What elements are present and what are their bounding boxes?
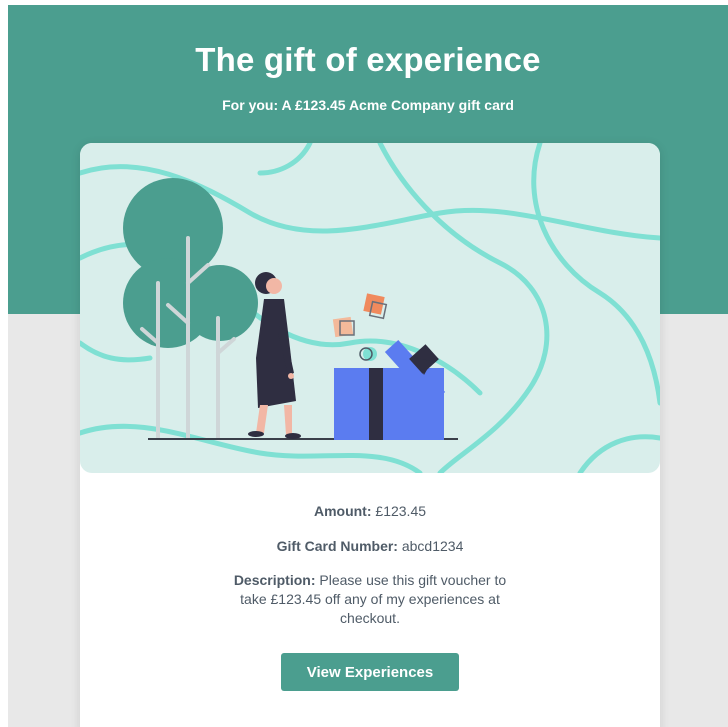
view-experiences-label: View Experiences — [306, 663, 434, 681]
gift-card: Amount: £123.45 Gift Card Number: abcd12… — [80, 143, 660, 727]
description-row: Description: Please use this gift vouche… — [220, 571, 520, 628]
gift-illustration — [80, 143, 660, 473]
gift-illustration-art — [80, 143, 660, 473]
amount-value: £123.45 — [375, 503, 427, 519]
gift-card-number-label: Gift Card Number: — [276, 538, 398, 554]
description-label: Description: — [233, 572, 316, 588]
gift-card-number-value: abcd1234 — [401, 538, 464, 554]
view-experiences-button[interactable]: View Experiences — [281, 653, 459, 691]
gift-card-number-row: Gift Card Number: abcd1234 — [80, 536, 660, 556]
amount-row: Amount: £123.45 — [80, 501, 660, 521]
email-frame: The gift of experience For you: A £123.4… — [8, 5, 728, 727]
amount-label: Amount: — [313, 503, 372, 519]
page-title: The gift of experience — [195, 41, 541, 78]
gift-details: Amount: £123.45 Gift Card Number: abcd12… — [80, 501, 660, 628]
page-subtitle: For you: A £123.45 Acme Company gift car… — [222, 97, 514, 113]
